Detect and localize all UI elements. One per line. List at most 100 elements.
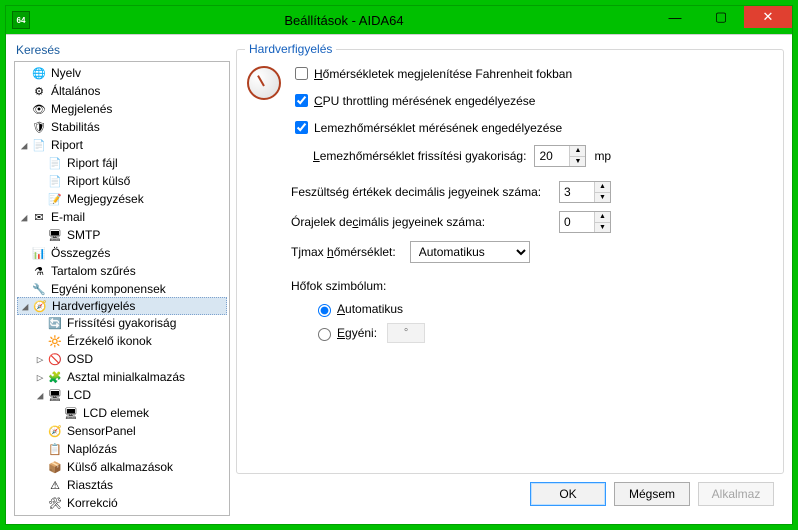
spin-up-icon[interactable]: ▲ [570, 146, 585, 157]
maximize-button[interactable]: ▢ [698, 6, 744, 28]
tree-scroll[interactable]: 🌐Nyelv⚙Általános👁Megjelenés🛡Stabilitás◢📄… [14, 61, 230, 516]
disk-refresh-input[interactable] [535, 146, 569, 166]
expand-toggle-icon[interactable]: ◢ [18, 300, 32, 313]
tjmax-select[interactable]: Automatikus [410, 241, 530, 263]
expand-toggle-icon[interactable]: ▷ [33, 371, 47, 384]
tree-item-label: Hardverfigyelés [52, 299, 222, 313]
expand-toggle-icon[interactable]: ◢ [17, 211, 31, 224]
shield-icon: 🛡 [31, 119, 47, 135]
disk-refresh-unit: mp [594, 149, 611, 163]
expand-toggle-icon[interactable]: ◢ [17, 139, 31, 152]
expand-toggle-icon[interactable]: ◢ [33, 389, 47, 402]
tree-item[interactable]: ◢📄 Riport [15, 136, 229, 154]
tree-item[interactable]: ⚙Általános [15, 82, 229, 100]
tree-item-label: Érzékelő ikonok [67, 334, 225, 348]
eye-icon: 👁 [31, 101, 47, 117]
degree-custom-label[interactable]: Egyéni: [337, 326, 377, 340]
titlebar[interactable]: 64 Beállítások - AIDA64 — ▢ ✕ [6, 6, 792, 34]
tree-item[interactable]: 📄Riport fájl [15, 154, 229, 172]
tree-item[interactable]: ◢🖥LCD [15, 386, 229, 404]
degree-custom-radio[interactable] [318, 328, 331, 341]
tree-item[interactable]: 🔆Érzékelő ikonok [15, 332, 229, 350]
volt-digits-input[interactable] [560, 182, 594, 202]
disk-temp-checkbox[interactable] [295, 121, 308, 134]
dialog-buttons: OK Mégsem Alkalmaz [236, 474, 784, 516]
log-icon: 📋 [47, 441, 63, 457]
spin-up-icon[interactable]: ▲ [595, 182, 610, 193]
note-icon: 📝 [47, 191, 63, 207]
volt-digits-spinner[interactable]: ▲▼ [559, 181, 611, 203]
tree-item-label: Megjelenés [51, 102, 225, 116]
disk-refresh-label: Lemezhőmérséklet frissítési gyakoriság: [313, 149, 526, 163]
tree-item-label: Tartalom szűrés [51, 264, 225, 278]
window-title: Beállítások - AIDA64 [36, 13, 652, 28]
disk-temp-label[interactable]: Lemezhőmérséklet mérésének engedélyezése [314, 121, 562, 135]
tree-item[interactable]: 📄Riport külső [15, 172, 229, 190]
tree-item-label: Riasztás [67, 478, 225, 492]
tree-item-label: Külső alkalmazások [67, 460, 225, 474]
tree-item-label: Riport [51, 138, 225, 152]
clock-digits-input[interactable] [560, 212, 594, 232]
tree-item[interactable]: 🔧Egyéni komponensek [15, 280, 229, 298]
client-area: Keresés 🌐 Nyelv ⚙Általános👁 Megjelenés 🛡 Stab… [6, 34, 792, 524]
spin-up-icon[interactable]: ▲ [595, 212, 610, 223]
tree-item-label: Egyéni komponensek [51, 282, 225, 296]
tree-item-label: Riport fájl [67, 156, 225, 170]
globe-doc-icon: 📄 [47, 173, 63, 189]
tree-item[interactable]: ⚠ Riasztás [15, 476, 229, 494]
tree-item[interactable]: ▷🚫OSD [15, 350, 229, 368]
cancel-button[interactable]: Mégsem [614, 482, 690, 506]
tree-item-label: Frissítési gyakoriság [67, 316, 225, 330]
tree-item[interactable]: 👁 Megjelenés [15, 100, 229, 118]
gauge-icon [247, 66, 281, 100]
degree-custom-input: ° [387, 323, 425, 343]
tree-item-label: SensorPanel [67, 424, 225, 438]
fahrenheit-checkbox[interactable] [295, 67, 308, 80]
warn-icon: ⚠ [47, 477, 63, 493]
tree-item[interactable]: 🔄 Frissítési gyakoriság [15, 314, 229, 332]
minimize-button[interactable]: — [652, 6, 698, 28]
degree-auto-radio[interactable] [318, 304, 331, 317]
gear-icon: ⚙ [31, 83, 47, 99]
doc-icon: 📄 [31, 137, 47, 153]
tree-item[interactable]: 🖥SMTP [15, 226, 229, 244]
ok-button[interactable]: OK [530, 482, 606, 506]
tree-item-label: Naplózás [67, 442, 225, 456]
spin-down-icon[interactable]: ▼ [570, 157, 585, 167]
tree-item-label: Stabilitás [51, 120, 225, 134]
refresh-icon: 🔄 [47, 315, 63, 331]
disk-refresh-spinner[interactable]: ▲▼ [534, 145, 586, 167]
globe-icon: 🌐 [31, 65, 47, 81]
spin-down-icon[interactable]: ▼ [595, 193, 610, 203]
cpu-throttle-checkbox[interactable] [295, 94, 308, 107]
tree-item[interactable]: 🧭SensorPanel [15, 422, 229, 440]
tree-item-label: Nyelv [51, 66, 225, 80]
tree-item[interactable]: 📝Megjegyzések [15, 190, 229, 208]
degree-auto-label[interactable]: Automatikus [337, 302, 403, 316]
tree-item[interactable]: 📋 Naplózás [15, 440, 229, 458]
tree-item-label: LCD elemek [83, 406, 225, 420]
tree-item[interactable]: 📊Összegzés [15, 244, 229, 262]
fahrenheit-label[interactable]: Hőmérsékletek megjelenítése Fahrenheit f… [314, 67, 572, 81]
lcd-icon: 🖥 [47, 387, 63, 403]
cpu-throttle-label[interactable]: CPU throttling mérésének engedélyezése [314, 94, 535, 108]
tree-item[interactable]: ⚗ Tartalom szűrés [15, 262, 229, 280]
ext-icon: 📦 [47, 459, 63, 475]
tree-item[interactable]: ◢✉E-mail [15, 208, 229, 226]
left-panel-title: Keresés [14, 43, 230, 61]
tree-item[interactable]: 🖥LCD elemek [15, 404, 229, 422]
close-button[interactable]: ✕ [744, 6, 792, 28]
expand-toggle-icon[interactable]: ▷ [33, 353, 47, 366]
tree-item[interactable]: 🛠Korrekció [15, 494, 229, 512]
tree-item-label: E-mail [51, 210, 225, 224]
clock-digits-spinner[interactable]: ▲▼ [559, 211, 611, 233]
tree-item[interactable]: 🌐 Nyelv [15, 64, 229, 82]
tree-item[interactable]: ▷🧩Asztal minialkalmazás [15, 368, 229, 386]
tree-item[interactable]: 📦 Külső alkalmazások [15, 458, 229, 476]
tree-item-label: OSD [67, 352, 225, 366]
funnel-icon: ⚗ [31, 263, 47, 279]
tree-item[interactable]: 🛡 Stabilitás [15, 118, 229, 136]
spin-down-icon[interactable]: ▼ [595, 223, 610, 233]
tree-item[interactable]: ◢🧭Hardverfigyelés [17, 297, 227, 315]
hw-monitoring-group: Hardverfigyelés Hőmérsékletek megjelenít… [236, 49, 784, 474]
